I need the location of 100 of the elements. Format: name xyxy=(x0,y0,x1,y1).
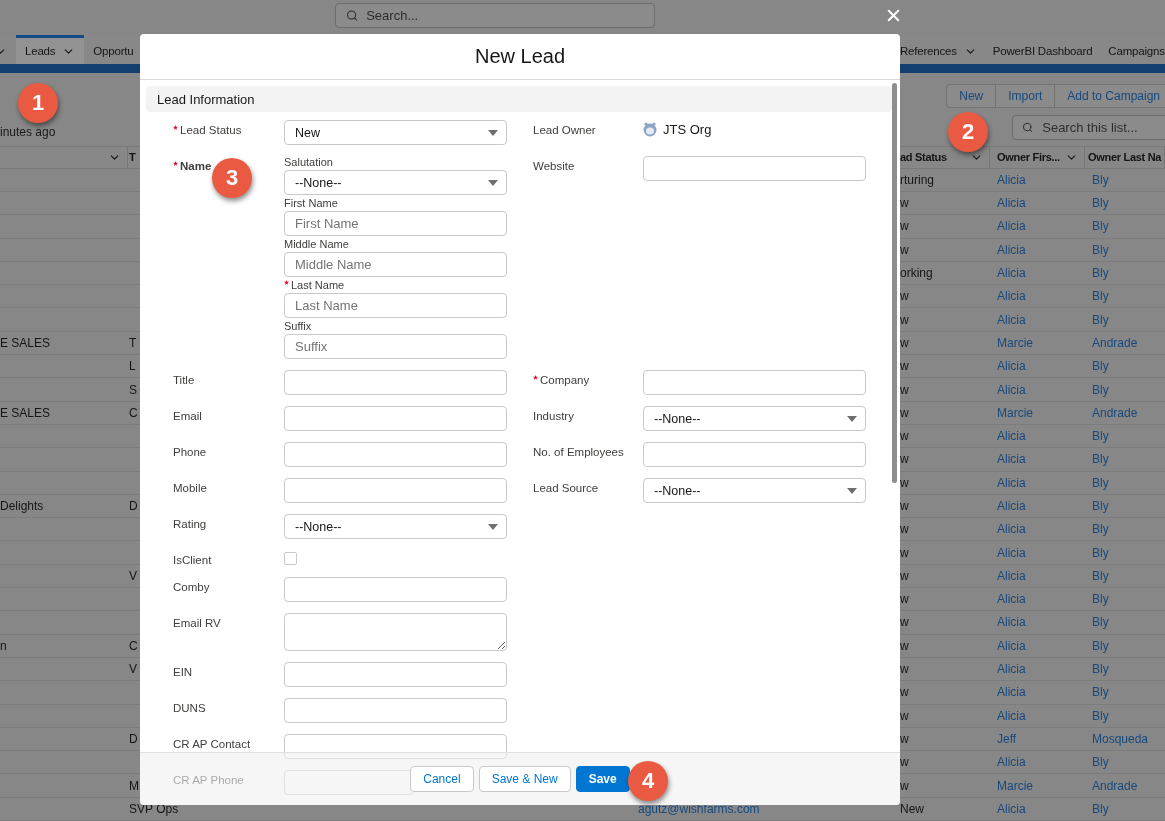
action-button[interactable]: New xyxy=(946,84,997,109)
owner-link[interactable]: Bly xyxy=(1092,242,1109,257)
search-field[interactable]: Search... xyxy=(364,7,644,24)
text-field[interactable] xyxy=(284,770,414,795)
owner-link[interactable]: Alicia xyxy=(997,615,1026,630)
text-field[interactable] xyxy=(643,156,866,181)
owner-link[interactable]: Alicia xyxy=(997,289,1026,304)
search-bar[interactable]: Search this list... xyxy=(1012,115,1165,141)
nav-tab[interactable]: References xyxy=(900,35,986,65)
owner-link[interactable]: Bly xyxy=(1092,801,1109,816)
text-field[interactable] xyxy=(643,442,866,467)
owner-link[interactable]: Bly xyxy=(1092,312,1109,327)
footer-button[interactable]: Save xyxy=(575,766,630,792)
owner-link[interactable]: Alicia xyxy=(997,499,1026,513)
owner-link[interactable]: Marcie xyxy=(997,405,1033,420)
owner-link[interactable]: Marcie xyxy=(997,778,1033,793)
owner-link[interactable]: Bly xyxy=(1092,475,1109,490)
owner-link[interactable]: Alicia xyxy=(997,801,1026,816)
select-field[interactable]: --None-- xyxy=(643,478,866,503)
owner-link[interactable]: Alicia xyxy=(997,382,1026,397)
action-button[interactable]: Add to Campaign xyxy=(1054,84,1165,109)
select-field[interactable]: --None-- xyxy=(284,170,507,195)
column-header[interactable]: Owner Firs... xyxy=(990,147,1085,168)
footer-button[interactable]: Save & New xyxy=(478,766,571,792)
text-field[interactable]: Middle Name xyxy=(284,252,507,277)
owner-link[interactable]: Alicia xyxy=(997,266,1026,280)
nav-tab[interactable]: PowerBI Dashboard xyxy=(985,35,1102,65)
owner-link[interactable]: Alicia xyxy=(997,662,1026,677)
owner-link[interactable]: Bly xyxy=(1092,568,1109,583)
owner-link[interactable]: Bly xyxy=(1092,359,1109,374)
owner-link[interactable]: Alicia xyxy=(997,219,1026,234)
text-area[interactable] xyxy=(284,613,507,651)
column-header[interactable]: Owner Last Na xyxy=(1085,147,1165,168)
owner-link[interactable]: Marcie xyxy=(997,335,1033,350)
owner-link[interactable]: Bly xyxy=(1092,755,1109,770)
owner-link[interactable]: Bly xyxy=(1092,266,1109,280)
owner-link[interactable]: Alicia xyxy=(997,568,1026,583)
owner-link[interactable]: Bly xyxy=(1092,452,1109,467)
owner-link[interactable]: Bly xyxy=(1092,196,1109,211)
owner-link[interactable]: Bly xyxy=(1092,662,1109,677)
owner-link[interactable]: Andrade xyxy=(1092,778,1138,793)
owner-link[interactable]: Alicia xyxy=(997,522,1026,537)
action-button[interactable]: Import xyxy=(995,84,1056,109)
owner-link[interactable]: Bly xyxy=(1092,615,1109,630)
owner-link[interactable]: Alicia xyxy=(997,638,1026,653)
owner-link[interactable]: Alicia xyxy=(997,452,1026,467)
checkbox[interactable] xyxy=(284,552,297,565)
text-field[interactable] xyxy=(284,734,507,759)
owner-link[interactable]: Bly xyxy=(1092,499,1109,513)
owner-link[interactable]: Bly xyxy=(1092,638,1109,653)
table-cell: w xyxy=(900,638,909,653)
owner-link[interactable]: Bly xyxy=(1092,522,1109,537)
owner-link[interactable]: Bly xyxy=(1092,219,1109,234)
search-bar[interactable]: Search... xyxy=(335,3,655,28)
owner-link[interactable]: Bly xyxy=(1092,172,1109,187)
owner-link[interactable]: Alicia xyxy=(997,242,1026,257)
owner-link[interactable]: Andrade xyxy=(1092,405,1138,420)
text-field[interactable]: Suffix xyxy=(284,334,507,359)
search-field[interactable]: Search this list... xyxy=(1040,119,1160,137)
owner-link[interactable]: Alicia xyxy=(997,475,1026,490)
nav-tab[interactable]: Leads xyxy=(16,35,85,65)
owner-link[interactable]: Alicia xyxy=(997,708,1026,723)
select-field[interactable]: New xyxy=(284,120,507,145)
email-link[interactable]: agutz@wishfarms.com xyxy=(638,801,760,816)
owner-link[interactable]: Alicia xyxy=(997,429,1026,444)
owner-link[interactable]: Alicia xyxy=(997,196,1026,211)
select-field[interactable]: --None-- xyxy=(284,514,507,539)
owner-link[interactable]: Bly xyxy=(1092,592,1109,607)
text-field[interactable] xyxy=(643,370,866,395)
text-field[interactable]: Last Name xyxy=(284,293,507,318)
owner-link[interactable]: Alicia xyxy=(997,685,1026,700)
owner-link[interactable]: Andrade xyxy=(1092,335,1138,350)
owner-link[interactable]: Alicia xyxy=(997,359,1026,374)
owner-name[interactable]: JTS Org xyxy=(663,122,712,137)
owner-link[interactable]: Bly xyxy=(1092,545,1109,560)
owner-link[interactable]: Bly xyxy=(1092,289,1109,304)
owner-link[interactable]: Bly xyxy=(1092,685,1109,700)
owner-link[interactable]: Alicia xyxy=(997,312,1026,327)
owner-link[interactable]: Alicia xyxy=(997,755,1026,770)
owner-link[interactable]: Mosqueda xyxy=(1092,731,1149,746)
owner-link[interactable]: Jeff xyxy=(997,731,1017,746)
text-field[interactable] xyxy=(284,662,507,687)
text-field[interactable] xyxy=(284,577,507,602)
scrollbar[interactable] xyxy=(892,83,897,483)
nav-tab[interactable]: Campaigns xyxy=(1101,35,1165,65)
owner-link[interactable]: Bly xyxy=(1092,382,1109,397)
select-field[interactable]: --None-- xyxy=(643,406,866,431)
text-field[interactable] xyxy=(284,478,507,503)
owner-link[interactable]: Alicia xyxy=(997,592,1026,607)
footer-button[interactable]: Cancel xyxy=(410,766,474,792)
text-field[interactable]: First Name xyxy=(284,211,507,236)
text-field[interactable] xyxy=(284,370,507,395)
text-field[interactable] xyxy=(284,406,507,431)
owner-link[interactable]: Bly xyxy=(1092,708,1109,723)
owner-link[interactable]: Bly xyxy=(1092,429,1109,444)
text-field[interactable] xyxy=(284,698,507,723)
owner-link[interactable]: Alicia xyxy=(997,172,1026,187)
text-field[interactable] xyxy=(284,442,507,467)
nav-tab[interactable]: Opportu xyxy=(84,35,143,65)
owner-link[interactable]: Alicia xyxy=(997,545,1026,560)
